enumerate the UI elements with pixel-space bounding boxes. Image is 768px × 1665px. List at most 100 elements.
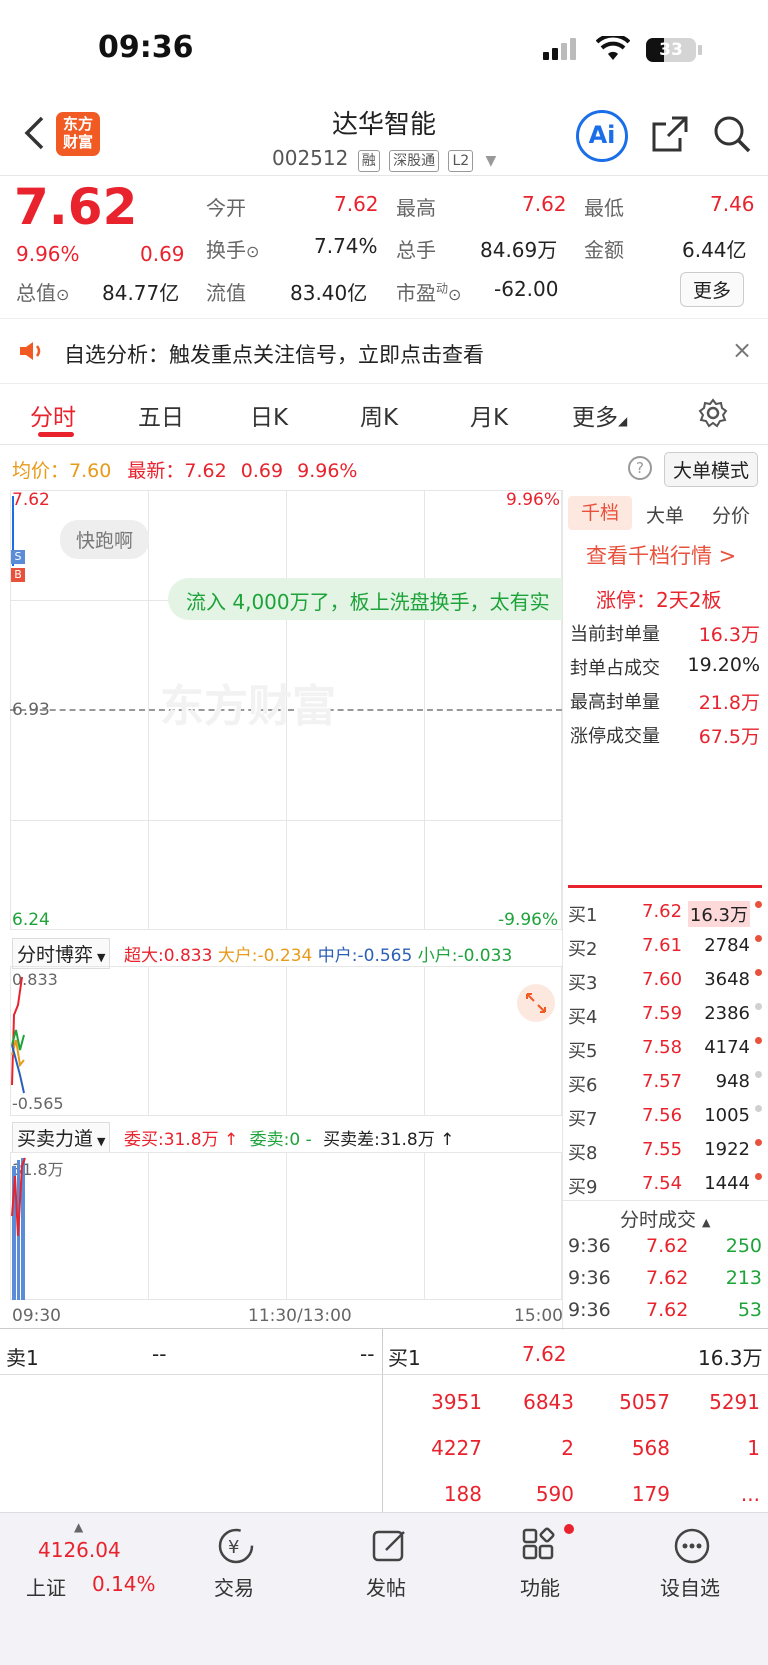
y-axis-top: 7.62 bbox=[12, 490, 50, 510]
volume-value: 84.69万 bbox=[480, 238, 558, 262]
chevron-up-icon: ▲ bbox=[702, 1216, 711, 1229]
battery-tip bbox=[698, 45, 702, 55]
bid-row[interactable]: 买4 7.59 2386 bbox=[566, 1003, 762, 1037]
share-icon[interactable] bbox=[650, 114, 690, 158]
low-label: 最低 bbox=[584, 196, 624, 220]
trade-volume: 213 bbox=[725, 1267, 762, 1289]
bid-price: 7.62 bbox=[642, 901, 683, 922]
bid-separator bbox=[568, 885, 762, 888]
tab-thousand-levels[interactable]: 千档 bbox=[568, 496, 632, 530]
ai-button[interactable]: Ai bbox=[576, 110, 628, 162]
bid-volume: 1444 bbox=[704, 1173, 750, 1194]
index-value[interactable]: 4126.04 bbox=[38, 1538, 121, 1562]
search-icon[interactable] bbox=[712, 114, 752, 158]
bid-row[interactable]: 买3 7.60 3648 bbox=[566, 969, 762, 1003]
bid-row[interactable]: 买6 7.57 948 bbox=[566, 1071, 762, 1105]
big-order-mode-button[interactable]: 大单模式 bbox=[664, 452, 759, 487]
help-icon[interactable]: ? bbox=[628, 456, 652, 480]
bid-volume: 1922 bbox=[704, 1139, 750, 1160]
tab-intraday[interactable]: 分时 bbox=[30, 398, 76, 432]
stat-label: 当前封单量 bbox=[570, 624, 660, 645]
compose-icon[interactable] bbox=[370, 1526, 410, 1570]
grid-line bbox=[424, 966, 425, 1116]
more-dots-icon[interactable] bbox=[672, 1526, 712, 1570]
grid-line bbox=[286, 1152, 287, 1300]
bid-row[interactable]: 买7 7.56 1005 bbox=[566, 1105, 762, 1139]
bid-row[interactable]: 买2 7.61 2784 bbox=[566, 935, 762, 969]
chevron-down-icon[interactable]: ▼ bbox=[486, 153, 497, 169]
nav-trade[interactable]: 交易 bbox=[214, 1572, 254, 1601]
trade-volume: 53 bbox=[737, 1299, 762, 1321]
order-dot bbox=[755, 901, 762, 908]
stat-value: 67.5万 bbox=[698, 726, 760, 748]
bid-volume: 948 bbox=[715, 1071, 750, 1092]
mktcap-label: 总值⊙ bbox=[16, 281, 70, 305]
trades-title[interactable]: 分时成交 ▲ bbox=[620, 1205, 710, 1232]
tab-price-dist[interactable]: 分价 bbox=[712, 501, 750, 528]
queue-volume: 6843 bbox=[523, 1390, 574, 1414]
notice-text[interactable]: 自选分析：触发重点关注信号，立即点击查看 bbox=[64, 339, 484, 369]
index-pct[interactable]: 0.14% bbox=[92, 1572, 156, 1596]
time-start: 09:30 bbox=[12, 1306, 61, 1326]
bid-volume: 2386 bbox=[704, 1003, 750, 1024]
trade-icon[interactable]: ¥ bbox=[216, 1526, 256, 1570]
more-button[interactable]: 更多 bbox=[680, 272, 745, 307]
tab-month-k[interactable]: 月K bbox=[470, 398, 508, 432]
comment-bubble[interactable]: 快跑啊 bbox=[60, 520, 150, 559]
nav-functions[interactable]: 功能 bbox=[520, 1572, 560, 1601]
trade-price: 7.62 bbox=[646, 1299, 689, 1321]
pe-label: 市盈动⊙ bbox=[396, 281, 462, 305]
y-axis-mid: 6.93 bbox=[12, 700, 50, 720]
divider bbox=[0, 444, 768, 445]
fund-flow-banner[interactable]: 流入 4,000万了，板上洗盘换手，太有实 bbox=[168, 578, 562, 620]
nav-add-watchlist[interactable]: 设自选 bbox=[660, 1572, 720, 1601]
high-label: 最高 bbox=[396, 196, 436, 220]
settings-gear-icon[interactable] bbox=[698, 398, 728, 432]
order-dot bbox=[755, 1139, 762, 1146]
stat-label: 涨停成交量 bbox=[570, 726, 660, 747]
bid-row[interactable]: 买5 7.58 4174 bbox=[566, 1037, 762, 1071]
tab-day-k[interactable]: 日K bbox=[250, 398, 288, 432]
buy-marker[interactable]: B bbox=[11, 568, 25, 582]
avg-price: 7.60 bbox=[69, 460, 112, 482]
panel-divider bbox=[562, 490, 563, 1330]
nav-post[interactable]: 发帖 bbox=[366, 1572, 406, 1601]
divider bbox=[0, 175, 768, 176]
order-dot bbox=[755, 969, 762, 976]
bid-row[interactable]: 买8 7.55 1922 bbox=[566, 1139, 762, 1173]
bid-row[interactable]: 买1 7.62 16.3万 bbox=[566, 901, 762, 935]
expand-up-icon[interactable]: ▲ bbox=[74, 1520, 83, 1534]
stock-code: 002512 bbox=[272, 146, 349, 170]
tab-big-orders[interactable]: 大单 bbox=[646, 501, 684, 528]
apps-icon[interactable] bbox=[520, 1526, 560, 1570]
dropdown-icon: ▼ bbox=[97, 1135, 106, 1148]
force-panel-selector[interactable]: 买卖力道 ▼ bbox=[12, 1122, 111, 1153]
index-name[interactable]: 上证 bbox=[26, 1572, 66, 1601]
high-value: 7.62 bbox=[522, 192, 567, 216]
info-icon: ⊙ bbox=[246, 242, 260, 261]
bid-price: 7.57 bbox=[642, 1071, 683, 1092]
tab-more[interactable]: 更多◢ bbox=[572, 398, 627, 432]
trade-price: 7.62 bbox=[646, 1235, 689, 1257]
close-icon[interactable]: × bbox=[732, 336, 752, 364]
bid-label: 买6 bbox=[568, 1075, 598, 1096]
bid-row[interactable]: 买9 7.54 1444 bbox=[566, 1173, 762, 1207]
view-levels-link[interactable]: 查看千档行情 > bbox=[586, 540, 736, 570]
game-lines bbox=[10, 975, 30, 1099]
sell-marker[interactable]: S bbox=[11, 550, 25, 564]
order-dot bbox=[755, 1037, 762, 1044]
bid-volume: 3648 bbox=[704, 969, 750, 990]
latest-price: 7.62 bbox=[184, 460, 227, 482]
divider bbox=[562, 1200, 768, 1201]
buy1-price: 7.62 bbox=[522, 1342, 567, 1366]
stat-value: 19.20% bbox=[687, 654, 760, 676]
game-panel-selector[interactable]: 分时博弈 ▼ bbox=[12, 938, 111, 969]
tab-five-day[interactable]: 五日 bbox=[138, 398, 184, 432]
bid-price: 7.55 bbox=[642, 1139, 683, 1160]
float-label: 流值 bbox=[206, 281, 246, 305]
tab-week-k[interactable]: 周K bbox=[360, 398, 398, 432]
amount-value: 6.44亿 bbox=[682, 238, 747, 262]
expand-icon[interactable] bbox=[517, 984, 555, 1022]
limit-up-info: 涨停：2天2板 bbox=[596, 588, 722, 612]
bid-volume: 16.3万 bbox=[687, 901, 750, 927]
